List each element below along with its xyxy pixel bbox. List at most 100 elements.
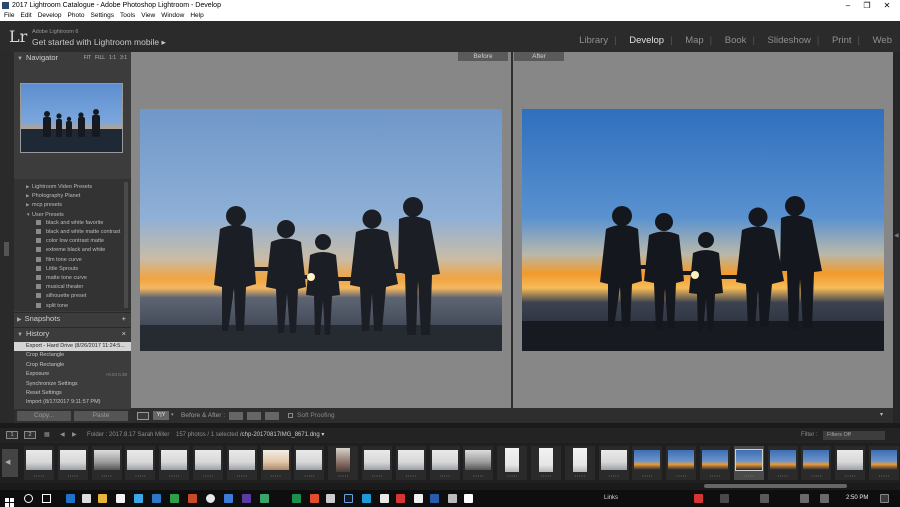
preset-item[interactable]: matte tone curve bbox=[14, 274, 131, 283]
rating-dots-icon[interactable]: • • • • • bbox=[227, 474, 257, 478]
rating-dots-icon[interactable]: • • • • • bbox=[531, 474, 561, 478]
zoom-3-1[interactable]: 3:1 bbox=[120, 55, 127, 61]
filmstrip-thumbnail[interactable] bbox=[364, 450, 390, 470]
rating-dots-icon[interactable]: • • • • • bbox=[632, 474, 662, 478]
preset-item[interactable]: black and white matte contrast bbox=[14, 228, 131, 237]
start-button[interactable] bbox=[5, 494, 14, 507]
history-item[interactable]: Crop Rectangle bbox=[14, 351, 131, 360]
filmstrip-scroll-left-arrow[interactable]: ◀ bbox=[2, 449, 18, 477]
history-item[interactable]: Import (8/17/2017 9:11:57 PM) bbox=[14, 398, 131, 407]
rating-dots-icon[interactable]: • • • • • bbox=[294, 474, 324, 478]
powerpoint-icon[interactable] bbox=[188, 494, 197, 503]
rating-dots-icon[interactable]: • • • • • bbox=[362, 474, 392, 478]
rating-dots-icon[interactable]: • • • • • bbox=[599, 474, 629, 478]
filmstrip-cell[interactable]: • • • • • bbox=[362, 446, 392, 480]
rating-dots-icon[interactable]: • • • • • bbox=[768, 474, 798, 478]
links-toolbar[interactable]: Links bbox=[604, 490, 618, 507]
left-panel-toggle-track[interactable] bbox=[0, 52, 14, 423]
filmstrip-thumbnail[interactable] bbox=[803, 450, 830, 470]
rating-dots-icon[interactable]: • • • • • bbox=[463, 474, 493, 478]
tray-icon[interactable] bbox=[694, 494, 703, 503]
preset-item[interactable]: split tone bbox=[14, 302, 131, 311]
filmstrip-scroll-thumb[interactable] bbox=[704, 484, 847, 488]
taskbar-app-icon[interactable] bbox=[134, 494, 143, 503]
maximize-button[interactable]: ❐ bbox=[857, 0, 877, 11]
taskbar-app-icon[interactable] bbox=[310, 494, 319, 503]
preset-folder[interactable]: ▼ User Presets bbox=[14, 210, 131, 219]
filmstrip-thumbnail[interactable] bbox=[668, 450, 695, 470]
edge-browser-icon[interactable] bbox=[66, 494, 75, 503]
history-item[interactable]: Exposure +0.04 0.39 bbox=[14, 370, 131, 379]
copy-after-to-before-button[interactable] bbox=[247, 412, 261, 420]
menu-tools[interactable]: Tools bbox=[120, 11, 135, 21]
left-panel-collapse-handle[interactable] bbox=[4, 242, 9, 256]
preset-item[interactable]: black and white favorite bbox=[14, 219, 131, 228]
filmstrip-cell[interactable]: • • • • • bbox=[395, 446, 426, 480]
rating-dots-icon[interactable]: • • • • • bbox=[869, 474, 899, 478]
filmstrip-thumbnail[interactable] bbox=[161, 450, 188, 470]
view-dropdown-icon[interactable]: ▾ bbox=[171, 408, 174, 423]
rating-dots-icon[interactable]: • • • • • bbox=[193, 474, 223, 478]
forward-arrow-icon[interactable]: ▶ bbox=[72, 428, 77, 443]
filmstrip-cell[interactable]: • • • • • bbox=[193, 446, 223, 480]
before-photo[interactable] bbox=[140, 109, 502, 351]
soft-proofing-checkbox[interactable] bbox=[288, 413, 293, 418]
preset-folder[interactable]: ▶ Lightroom Video Presets bbox=[14, 182, 131, 191]
rating-dots-icon[interactable]: • • • • • bbox=[734, 474, 764, 478]
preset-folder[interactable]: ▶ mcp presets bbox=[14, 200, 131, 209]
module-slideshow[interactable]: Slideshow bbox=[768, 35, 811, 46]
selected-filename[interactable]: /chp-20170817IMG_8671.dng ▾ bbox=[240, 428, 324, 443]
menu-view[interactable]: View bbox=[141, 11, 155, 21]
filmstrip-cell[interactable]: • • • • • bbox=[260, 446, 291, 480]
minimize-button[interactable]: – bbox=[838, 0, 858, 11]
expand-right-panel-icon[interactable]: ◀ bbox=[894, 232, 899, 239]
filmstrip-thumbnail[interactable] bbox=[871, 450, 897, 470]
filmstrip-cell[interactable]: • • • • • bbox=[733, 446, 764, 480]
filmstrip-thumbnail[interactable] bbox=[336, 448, 351, 472]
zoom-fit[interactable]: FIT bbox=[84, 55, 92, 61]
taskbar-app-icon[interactable] bbox=[362, 494, 371, 503]
swap-before-after-button[interactable] bbox=[265, 412, 279, 420]
menu-file[interactable]: File bbox=[4, 11, 14, 21]
volume-icon[interactable] bbox=[800, 494, 809, 503]
rating-dots-icon[interactable]: • • • • • bbox=[700, 474, 730, 478]
before-after-view-button[interactable]: Y|Y bbox=[153, 411, 169, 420]
filmstrip-thumbnail[interactable] bbox=[262, 450, 289, 470]
filmstrip-cell[interactable]: • • • • • bbox=[666, 446, 697, 480]
taskbar-app-icon[interactable] bbox=[224, 494, 233, 503]
zoom-fill[interactable]: FILL bbox=[95, 55, 105, 61]
filmstrip-scrollbar[interactable] bbox=[600, 484, 900, 488]
tray-icon[interactable] bbox=[720, 494, 729, 503]
word-icon[interactable] bbox=[152, 494, 161, 503]
module-print[interactable]: Print bbox=[832, 35, 852, 46]
preset-item[interactable]: Little Sprouts bbox=[14, 265, 131, 274]
rating-dots-icon[interactable]: • • • • • bbox=[396, 474, 426, 478]
taskbar-app-icon[interactable] bbox=[242, 494, 251, 503]
rating-dots-icon[interactable]: • • • • • bbox=[565, 474, 595, 478]
paste-button[interactable]: Paste bbox=[74, 411, 128, 421]
filmstrip-thumbnail[interactable] bbox=[634, 450, 661, 470]
taskbar-app-icon[interactable] bbox=[326, 494, 335, 503]
filmstrip-cell[interactable]: • • • • • bbox=[226, 446, 257, 480]
menu-edit[interactable]: Edit bbox=[20, 11, 31, 21]
filmstrip-cell[interactable]: • • • • • bbox=[767, 446, 798, 480]
excel-icon[interactable] bbox=[170, 494, 179, 503]
clear-history-button[interactable]: × bbox=[122, 328, 126, 340]
history-item[interactable]: Crop Rectangle bbox=[14, 361, 131, 370]
filmstrip-cell[interactable]: • • • • • bbox=[294, 446, 325, 480]
filmstrip-thumbnail[interactable] bbox=[397, 450, 424, 470]
filmstrip-thumbnail[interactable] bbox=[59, 450, 86, 470]
loupe-view-icon[interactable] bbox=[137, 412, 149, 420]
module-develop[interactable]: Develop bbox=[629, 35, 664, 46]
lightroom-taskbar-icon[interactable] bbox=[344, 494, 353, 503]
taskbar-clock[interactable]: 2:50 PM bbox=[846, 490, 868, 507]
rating-dots-icon[interactable]: • • • • • bbox=[92, 474, 122, 478]
filmstrip-cell[interactable]: • • • • • bbox=[125, 446, 156, 480]
filmstrip-thumbnail[interactable] bbox=[837, 450, 864, 470]
rating-dots-icon[interactable]: • • • • • bbox=[261, 474, 291, 478]
history-item[interactable]: Synchronize Settings bbox=[14, 380, 131, 389]
taskbar-app-icon[interactable] bbox=[396, 494, 405, 503]
copy-button[interactable]: Copy... bbox=[17, 411, 71, 421]
history-item[interactable]: Export - Hard Drive (8/26/2017 11:24:5..… bbox=[14, 342, 131, 352]
filmstrip-thumbnail[interactable] bbox=[769, 450, 796, 470]
